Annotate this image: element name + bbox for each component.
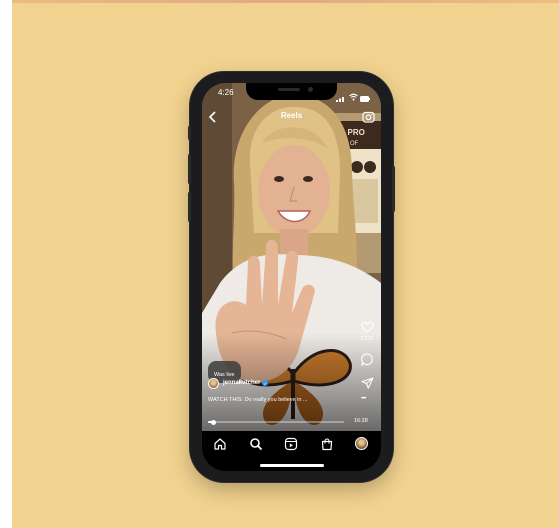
wifi-icon [349, 88, 358, 106]
camera-icon[interactable] [362, 110, 375, 128]
volume-down-button [188, 192, 191, 222]
reels-icon[interactable] [284, 437, 298, 451]
home-icon[interactable] [213, 437, 227, 451]
mute-switch [188, 126, 191, 140]
signal-icon [336, 89, 346, 107]
battery-icon [360, 89, 370, 107]
progress-track[interactable] [208, 419, 344, 425]
comment-icon[interactable] [361, 353, 374, 371]
earpiece-speaker [278, 88, 300, 91]
send-icon[interactable] [361, 376, 374, 394]
phone-screen: E & PRO ARKS OF [202, 83, 381, 471]
phone-notch [246, 83, 337, 100]
home-indicator [260, 464, 324, 467]
profile-avatar[interactable] [355, 437, 369, 451]
reel-video[interactable]: E & PRO ARKS OF [202, 83, 381, 431]
video-caption[interactable]: WATCH THIS: Do really you believe in ... [208, 397, 348, 403]
front-camera [308, 87, 313, 92]
power-button [392, 166, 395, 212]
avatar[interactable] [208, 377, 219, 389]
verified-badge-icon: ✓ [262, 380, 269, 386]
author-row[interactable]: jennakutcher ✓ [208, 377, 269, 389]
progress-knob[interactable] [210, 419, 216, 425]
username[interactable]: jennakutcher [223, 380, 260, 386]
more-options[interactable]: ••• [361, 396, 366, 402]
volume-up-button [188, 154, 191, 184]
status-time: 4:26 [218, 88, 234, 97]
like-count: 3,215 [360, 336, 374, 342]
shop-icon[interactable] [320, 437, 334, 451]
video-timestamp: 16:28 [354, 418, 368, 424]
phone-mockup: E & PRO ARKS OF [188, 72, 395, 482]
avatar[interactable] [355, 437, 368, 450]
top-strip [12, 0, 559, 3]
search-icon[interactable] [249, 437, 263, 451]
page-title: Reels [280, 111, 303, 120]
bottom-tab-bar [202, 431, 381, 471]
